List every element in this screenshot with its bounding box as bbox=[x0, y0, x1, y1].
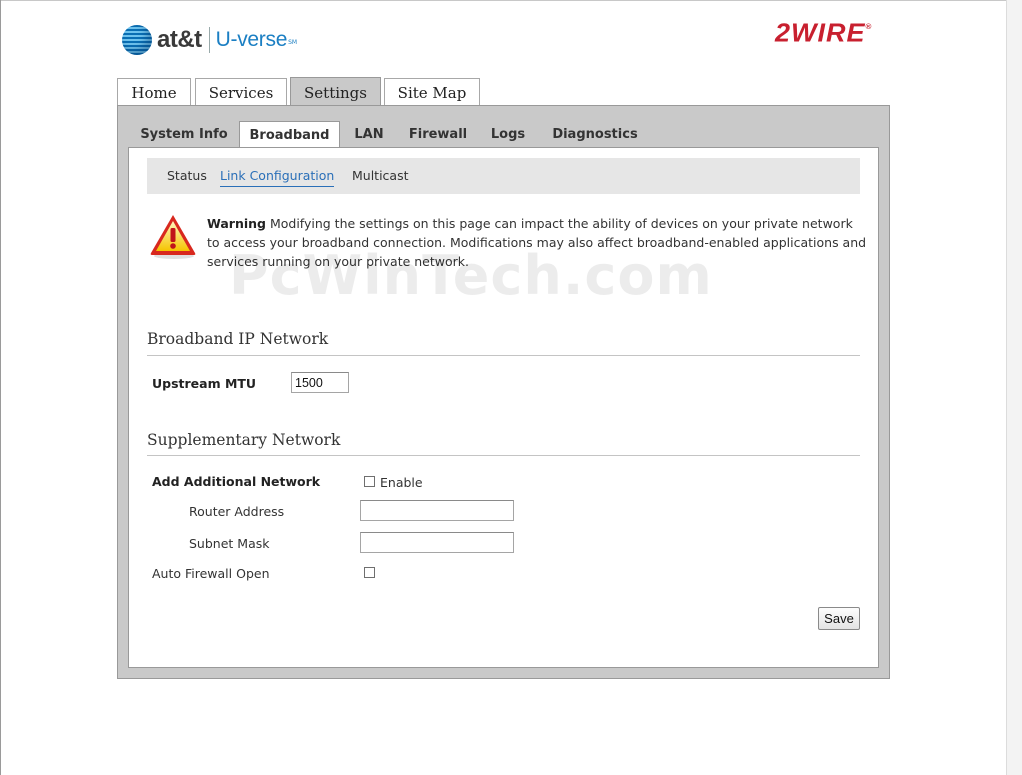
subtab-logs[interactable]: Logs bbox=[483, 121, 533, 147]
section-divider bbox=[147, 355, 860, 356]
service-mark: SM bbox=[288, 38, 298, 46]
upstream-mtu-input[interactable] bbox=[291, 372, 349, 393]
broadband-subnav: Status Link Configuration Multicast bbox=[147, 158, 860, 194]
save-button[interactable]: Save bbox=[818, 607, 860, 630]
tab-home[interactable]: Home bbox=[117, 78, 191, 106]
window-top-border bbox=[0, 0, 1022, 1]
tab-services[interactable]: Services bbox=[195, 78, 287, 106]
vertical-scrollbar[interactable] bbox=[1006, 0, 1022, 775]
logo-divider bbox=[208, 27, 210, 53]
enable-label: Enable bbox=[380, 475, 423, 490]
tab-site-map[interactable]: Site Map bbox=[384, 78, 480, 106]
subnav-link-configuration[interactable]: Link Configuration bbox=[220, 168, 335, 187]
att-globe-icon bbox=[122, 25, 152, 55]
add-network-label: Add Additional Network bbox=[152, 474, 321, 489]
warning-icon bbox=[150, 215, 196, 259]
subtab-lan[interactable]: LAN bbox=[344, 121, 394, 147]
upstream-mtu-label: Upstream MTU bbox=[152, 376, 257, 391]
subnav-multicast[interactable]: Multicast bbox=[352, 168, 409, 183]
registered-mark: ® bbox=[865, 22, 873, 32]
window-left-border bbox=[0, 0, 1, 775]
subtab-broadband[interactable]: Broadband bbox=[239, 121, 340, 148]
tab-settings[interactable]: Settings bbox=[290, 77, 381, 107]
settings-panel: System Info Broadband LAN Firewall Logs … bbox=[117, 105, 890, 679]
warning-message: Warning Modifying the settings on this p… bbox=[207, 214, 867, 271]
subtab-system-info[interactable]: System Info bbox=[132, 121, 236, 147]
broadband-content: Status Link Configuration Multicast Warn… bbox=[128, 147, 879, 668]
auto-firewall-checkbox[interactable] bbox=[364, 567, 375, 578]
router-address-label: Router Address bbox=[189, 504, 285, 519]
subnet-mask-label: Subnet Mask bbox=[189, 536, 270, 551]
2wire-logo-text: 2WIRE bbox=[775, 18, 866, 48]
subnet-mask-input[interactable] bbox=[360, 532, 514, 553]
broadband-ip-title: Broadband IP Network bbox=[147, 330, 329, 348]
section-divider bbox=[147, 455, 860, 456]
uverse-text: U-verse bbox=[215, 28, 288, 51]
att-uverse-logo: at&t U-verse SM bbox=[122, 24, 297, 56]
warning-body: Modifying the settings on this page can … bbox=[207, 216, 867, 269]
supplementary-network-title: Supplementary Network bbox=[147, 431, 341, 449]
router-address-input[interactable] bbox=[360, 500, 514, 521]
subtab-diagnostics[interactable]: Diagnostics bbox=[541, 121, 649, 147]
warning-title: Warning bbox=[207, 216, 266, 231]
2wire-logo: 2WIRE® bbox=[775, 19, 872, 48]
att-brand-text: at&t bbox=[157, 26, 202, 53]
subtab-firewall[interactable]: Firewall bbox=[401, 121, 475, 147]
auto-firewall-label: Auto Firewall Open bbox=[152, 566, 270, 581]
subnav-status[interactable]: Status bbox=[167, 168, 207, 183]
enable-checkbox[interactable] bbox=[364, 476, 375, 487]
